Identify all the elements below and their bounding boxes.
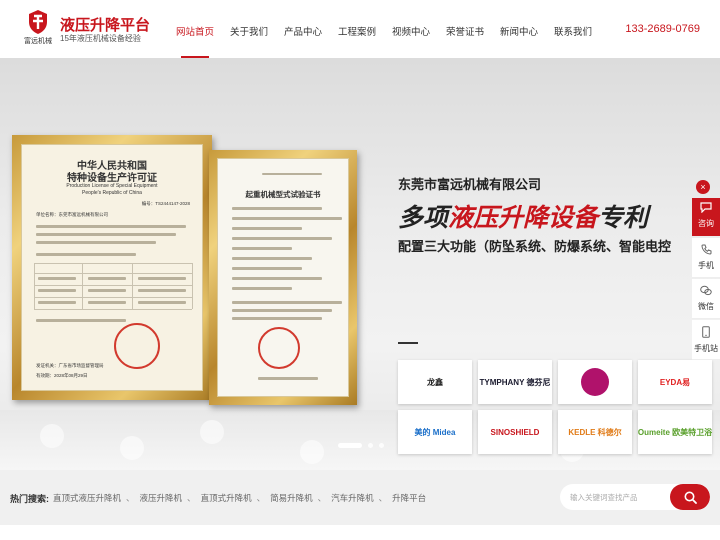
- cert1-number: 编号：TS2444147-2028: [141, 201, 190, 206]
- search-button[interactable]: [670, 484, 710, 510]
- nav-item-label: 产品中心: [283, 27, 322, 38]
- slide-dot[interactable]: [368, 443, 373, 448]
- nav-item[interactable]: 产品中心: [276, 0, 330, 58]
- type-test-certificate: 起重机械型式试验证书: [209, 150, 357, 405]
- nav-item[interactable]: 关于我们: [222, 0, 276, 58]
- nav-item[interactable]: 工程案例: [330, 0, 384, 58]
- sidebar-item-label: 微信: [698, 302, 714, 311]
- nav-item[interactable]: 新闻中心: [492, 0, 546, 58]
- wechat-icon: [692, 285, 720, 299]
- sidebar-item-label: 手机: [698, 261, 714, 270]
- hot-search-link[interactable]: 直顶式升降机: [201, 492, 252, 504]
- headline-part-1: 多项: [398, 204, 449, 232]
- partner-logo: EYDA易: [638, 360, 712, 404]
- cert1-dates: 有效期：2028年08月29日: [36, 373, 88, 378]
- partner-logo-name: 龙鑫: [427, 377, 443, 387]
- cert1-company: 单位名称：东莞市富远机械有限公司: [36, 212, 108, 217]
- production-license-certificate: 中华人民共和国 特种设备生产许可证 Production License of …: [12, 135, 212, 400]
- nav-item[interactable]: 荣誉证书: [438, 0, 492, 58]
- partner-logo: 美的 Midea: [398, 410, 472, 454]
- partner-logo-name: EYDA易: [659, 377, 691, 387]
- close-icon[interactable]: ×: [696, 180, 710, 194]
- partner-logo: Oumeite 欧美特卫浴: [638, 410, 712, 454]
- hot-search-bar: 热门搜索: 直顶式液压升降机、液压升降机、直顶式升降机、简易升降机、汽车升降机、…: [0, 470, 720, 525]
- hot-search-link[interactable]: 直顶式液压升降机: [53, 492, 121, 504]
- sidebar-item-mobile-site[interactable]: 手机站: [692, 320, 720, 360]
- page: 富远机械 液压升降平台 15年液压机械设备经验 网站首页 关于我们 产品中心 工程案例…: [0, 0, 720, 540]
- nav-item-label: 网站首页: [175, 27, 214, 38]
- logo-mark-icon: [29, 10, 47, 34]
- partner-logo: KEDLE 科德尔: [558, 410, 632, 454]
- slider-pagination: [338, 443, 384, 448]
- link-separator: 、: [378, 493, 388, 503]
- cert2-title: 起重机械型式试验证书: [245, 190, 321, 199]
- nav-item-label: 关于我们: [229, 27, 268, 38]
- nav-item-label: 新闻中心: [499, 27, 538, 38]
- cert1-title-en-1: Production License of Special Equipment: [66, 183, 158, 189]
- partner-logo-name: Oumeite 欧美特卫浴: [637, 427, 713, 437]
- sidebar-item-label: 手机站: [694, 344, 718, 353]
- banner-company-name: 东莞市富远机械有限公司: [398, 177, 542, 192]
- site-logo[interactable]: 富远机械: [20, 9, 56, 49]
- banner-headline: 多项液压升降设备专利: [398, 198, 648, 234]
- hero-banner[interactable]: 中华人民共和国 特种设备生产许可证 Production License of …: [0, 58, 720, 470]
- partner-logo-name: KEDLE 科德尔: [568, 427, 622, 437]
- partner-logo: [558, 360, 632, 404]
- headline-highlight: 液压升降设备: [448, 204, 599, 232]
- phone-icon: [692, 244, 720, 258]
- brand-symbol-icon: [581, 368, 609, 396]
- site-name[interactable]: 液压升降平台: [60, 14, 150, 35]
- logo-text: 富远机械: [24, 38, 52, 45]
- link-separator: 、: [126, 493, 135, 503]
- search-icon: [684, 491, 697, 504]
- nav-item-label: 视频中心: [391, 27, 430, 38]
- hot-search-link[interactable]: 升降平台: [392, 492, 426, 504]
- hot-search-link[interactable]: 液压升降机: [140, 492, 183, 504]
- nav-item[interactable]: 网站首页: [168, 0, 222, 58]
- hotline-phone[interactable]: 133-2689-0769: [625, 23, 700, 35]
- site-header: 富远机械 液压升降平台 15年液压机械设备经验 网站首页 关于我们 产品中心 工程案例…: [0, 0, 720, 58]
- sidebar-item-wechat[interactable]: 微信: [692, 279, 720, 319]
- partner-logo-name: TYMPHANY 德芬尼: [479, 377, 551, 387]
- site-tagline: 15年液压机械设备经验: [60, 34, 141, 43]
- partner-logo: TYMPHANY 德芬尼: [478, 360, 552, 404]
- search-box: [560, 484, 710, 510]
- consult-label: 咨询: [698, 219, 714, 228]
- mobile-site-icon: [692, 326, 720, 341]
- link-separator: 、: [317, 493, 327, 503]
- hot-search-label: 热门搜索:: [10, 494, 49, 504]
- hot-search-links: 直顶式液压升降机、液压升降机、直顶式升降机、简易升降机、汽车升降机、升降平台: [53, 492, 426, 504]
- consult-button[interactable]: 咨询: [692, 198, 720, 236]
- slide-dot[interactable]: [338, 443, 362, 448]
- cert1-title-en-2: People's Republic of China: [82, 190, 142, 196]
- cert1-issuer: 发证机关：广东省市场监督管理局: [36, 363, 104, 368]
- partner-logo-name: 美的 Midea: [414, 427, 456, 437]
- nav-item-label: 联系我们: [553, 27, 592, 38]
- search-input[interactable]: [560, 484, 670, 510]
- sidebar-item-phone[interactable]: 手机: [692, 238, 720, 278]
- partner-logo-grid: 龙鑫 TYMPHANY 德芬尼 EYDA易美的 Midea SINOSHIELD KED…: [398, 358, 712, 456]
- banner-divider: [398, 342, 418, 344]
- nav-item-label: 荣誉证书: [445, 27, 484, 38]
- link-separator: 、: [256, 493, 266, 503]
- link-separator: 、: [187, 493, 196, 503]
- cert1-title-2: 特种设备生产许可证: [67, 173, 157, 184]
- main-nav: 网站首页 关于我们 产品中心 工程案例 视频中心 荣誉证书 新闻中心 联系我们: [168, 0, 600, 58]
- partner-logo: SINOSHIELD: [478, 410, 552, 454]
- nav-item[interactable]: 联系我们: [546, 0, 600, 58]
- slide-dot[interactable]: [379, 443, 384, 448]
- test-seal-icon: [258, 327, 300, 369]
- nav-item[interactable]: 视频中心: [384, 0, 438, 58]
- nav-item-label: 工程案例: [337, 27, 376, 38]
- banner-subline: 配置三大功能（防坠系统、防爆系统、智能电控: [398, 239, 672, 254]
- hot-search-link[interactable]: 简易升降机: [270, 492, 313, 504]
- hot-search-link[interactable]: 汽车升降机: [331, 492, 374, 504]
- headline-part-2: 专利: [598, 204, 649, 232]
- partner-logo-name: SINOSHIELD: [490, 427, 540, 437]
- chat-icon: [692, 202, 720, 216]
- partner-logo: 龙鑫: [398, 360, 472, 404]
